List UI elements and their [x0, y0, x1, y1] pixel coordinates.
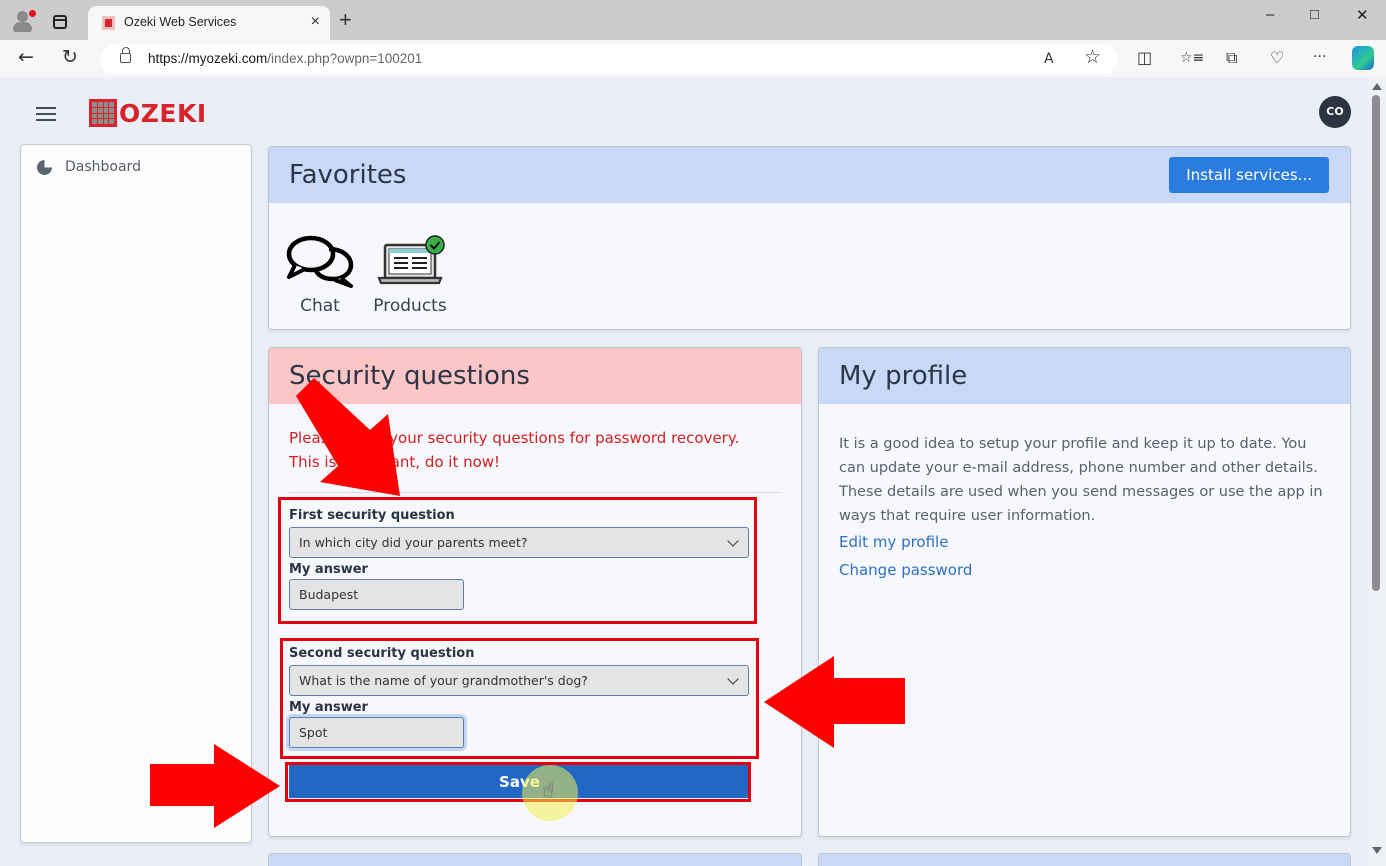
next-card-right	[818, 853, 1351, 866]
next-card-left	[268, 853, 802, 866]
scroll-down-icon[interactable]	[1372, 847, 1382, 854]
ozeki-logo-icon	[89, 99, 117, 127]
hand-cursor-icon: ☝	[542, 778, 555, 802]
favorites-card: Favorites Install services... Chat Produ…	[268, 146, 1351, 330]
laptop-check-icon	[377, 235, 445, 285]
profile-description: It is a good idea to setup your profile …	[839, 436, 1323, 524]
my-profile-card: My profile It is a good idea to setup yo…	[818, 347, 1351, 837]
logo-text: OZEKI	[119, 98, 207, 128]
change-password-link[interactable]: Change password	[839, 556, 1330, 584]
favorite-chat[interactable]: Chat	[285, 235, 355, 316]
arrow-left-icon	[764, 656, 905, 748]
browser-tab-active[interactable]: Ozeki Web Services ×	[88, 6, 330, 40]
chat-bubbles-icon	[286, 235, 354, 288]
browser-toolbar: ← ↻ https://myozeki.com/index.php?owpn=1…	[0, 40, 1386, 77]
scrollbar-thumb[interactable]	[1372, 95, 1380, 591]
browser-tab-bar: Ozeki Web Services × + – □ ✕	[0, 0, 1386, 40]
maximize-button[interactable]: □	[1310, 6, 1319, 23]
tab-actions-icon[interactable]	[53, 15, 67, 29]
hamburger-menu-icon[interactable]	[36, 107, 56, 121]
page-scrollbar[interactable]	[1368, 77, 1386, 866]
tab-title: Ozeki Web Services	[124, 15, 237, 29]
arrow-down-right-icon	[296, 378, 400, 496]
favorite-star-icon[interactable]: ☆	[1084, 48, 1101, 67]
favorite-products[interactable]: Products	[373, 235, 447, 316]
browser-health-icon[interactable]: ♡	[1270, 49, 1284, 67]
close-window-button[interactable]: ✕	[1356, 6, 1369, 24]
more-menu-icon[interactable]: ···	[1313, 48, 1326, 66]
new-tab-button[interactable]: +	[339, 9, 352, 31]
highlight-first-question	[278, 497, 757, 624]
lock-icon[interactable]	[120, 47, 131, 63]
sidebar-item-dashboard[interactable]: Dashboard	[37, 159, 141, 175]
minimize-button[interactable]: –	[1266, 6, 1274, 23]
favorites-icon[interactable]: ☆≡	[1180, 49, 1204, 67]
scroll-up-icon[interactable]	[1372, 83, 1382, 90]
arrow-right-icon	[150, 744, 280, 828]
favorites-header: Favorites Install services...	[269, 147, 1350, 203]
browser-profile-icon[interactable]	[10, 8, 36, 34]
favorite-label: Products	[373, 296, 447, 316]
back-icon[interactable]: ←	[18, 47, 34, 67]
url-text: https://myozeki.com/index.php?owpn=10020…	[148, 51, 423, 66]
install-services-button[interactable]: Install services...	[1169, 157, 1329, 193]
split-screen-icon[interactable]: ◫	[1137, 49, 1152, 67]
highlight-second-question	[280, 638, 759, 759]
sidebar: Dashboard	[20, 144, 252, 843]
read-aloud-icon[interactable]: A	[1044, 50, 1054, 68]
sidebar-item-label: Dashboard	[65, 159, 141, 175]
favorites-title: Favorites	[289, 160, 407, 190]
favorite-label: Chat	[300, 296, 340, 316]
tab-close-icon[interactable]: ×	[311, 13, 320, 31]
edit-profile-link[interactable]: Edit my profile	[839, 528, 1330, 556]
pie-chart-icon	[37, 159, 52, 175]
ozeki-logo[interactable]: OZEKI	[89, 98, 207, 128]
collections-icon[interactable]: ⧉	[1226, 49, 1237, 67]
refresh-icon[interactable]: ↻	[62, 47, 78, 67]
user-avatar[interactable]: CO	[1319, 96, 1351, 128]
address-bar[interactable]: https://myozeki.com/index.php?owpn=10020…	[100, 44, 1118, 74]
ozeki-favicon-icon	[102, 16, 115, 30]
profile-header: My profile	[819, 348, 1350, 404]
highlight-save-button	[285, 762, 751, 802]
profile-title: My profile	[839, 361, 968, 391]
copilot-icon[interactable]	[1352, 46, 1374, 70]
